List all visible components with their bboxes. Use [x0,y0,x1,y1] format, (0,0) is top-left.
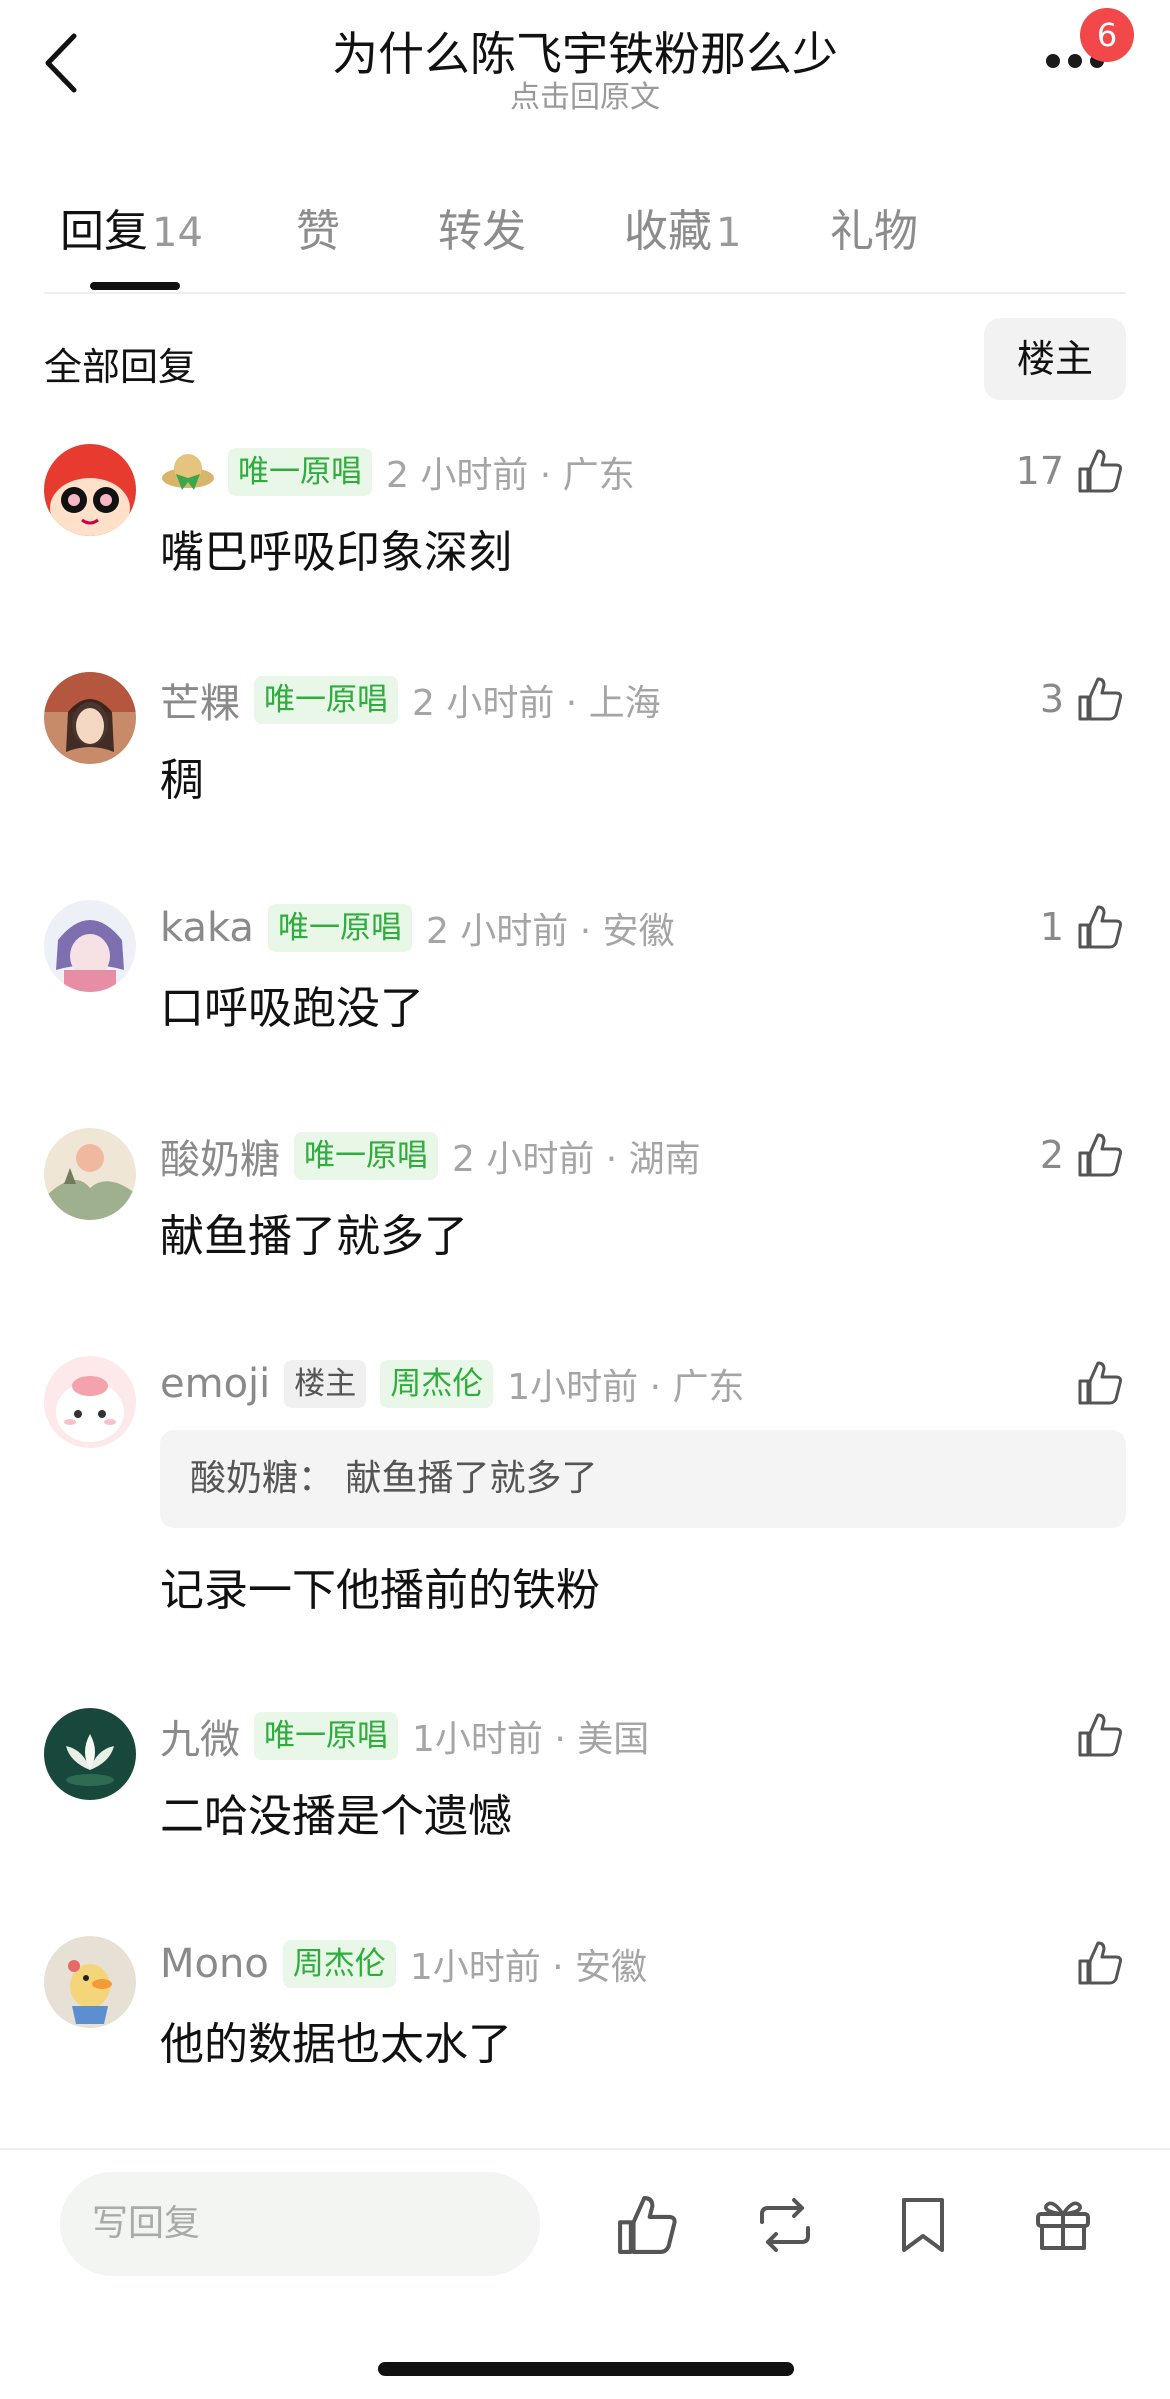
fan-badge: 唯一原唱 [228,448,372,496]
comment-meta: 芒粿 唯一原唱 2 小时前 · 上海 [160,671,661,729]
tab-reposts[interactable]: 转发 [438,195,526,259]
op-badge: 楼主 [284,1360,367,1408]
username[interactable]: 酸奶糖 [160,1127,280,1185]
timestamp: 1小时前 · 安徽 [409,1947,648,1988]
like-button[interactable] [1074,1706,1126,1764]
username[interactable]: 芒粿 [160,671,240,729]
like-button[interactable] [1074,1354,1126,1412]
like-count: 2 [1039,1133,1064,1177]
thumbs-up-icon [1078,449,1122,493]
tab-likes[interactable]: 赞 [296,195,340,259]
username[interactable]: kaka [160,905,254,951]
like-count: 3 [1039,677,1064,721]
quoted-reply[interactable]: 酸奶糖： 献鱼播了就多了 [160,1430,1126,1528]
comment-meta: emoji 楼主 周杰伦 1小时前 · 广东 [160,1358,745,1410]
avatar[interactable] [44,1936,136,2028]
comment-text: 嘴巴呼吸印象深刻 [160,527,512,578]
like-button[interactable]: 2 [1040,1126,1126,1184]
divider [0,2148,1170,2150]
like-button[interactable]: 3 [1040,670,1126,728]
thumbs-up-icon [1078,677,1122,721]
thumbs-up-icon [1078,1713,1122,1757]
like-button[interactable] [1074,1934,1126,1992]
op-filter-button[interactable]: 楼主 [984,318,1126,400]
tab-replies[interactable]: 回复 14 [60,195,203,259]
thumbs-up-icon [1078,1133,1122,1177]
username[interactable]: Mono [160,1941,269,1987]
like-button[interactable]: 1 [1040,898,1126,956]
bookmark-icon [902,2198,944,2252]
timestamp: 2 小时前 · 安徽 [425,911,675,952]
tab-label: 转发 [438,206,526,257]
timestamp: 1小时前 · 美国 [412,1719,650,1760]
thumbs-up-icon [1078,1941,1122,1985]
tab-label: 赞 [296,206,340,257]
fan-badge: 唯一原唱 [294,1132,438,1180]
bookmark-button[interactable] [888,2190,958,2260]
comment-text: 二哈没播是个遗憾 [160,1791,512,1842]
reply-input[interactable]: 写回复 [60,2172,540,2276]
comment-meta: 酸奶糖 唯一原唱 2 小时前 · 湖南 [160,1127,701,1185]
avatar[interactable] [44,1356,136,1448]
timestamp: 1小时前 · 广东 [507,1367,745,1408]
like-count: 17 [1015,449,1064,493]
gift-icon [1036,2201,1090,2250]
thumbs-up-icon [1078,905,1122,949]
comment-text: 他的数据也太水了 [160,2019,512,2070]
thumbs-up-icon [1078,1361,1122,1405]
hat-emoji-icon [160,444,216,500]
avatar[interactable] [44,444,136,536]
tab-label: 礼物 [830,206,918,257]
comment-text: 献鱼播了就多了 [160,1211,468,1262]
avatar[interactable] [44,672,136,764]
comment-meta: 九微 唯一原唱 1小时前 · 美国 [160,1707,650,1765]
username[interactable]: emoji [160,1361,270,1407]
tab-label: 回复 [60,206,148,257]
fan-badge: 唯一原唱 [267,904,412,952]
avatar[interactable] [44,1128,136,1220]
gift-button[interactable] [1028,2190,1098,2260]
like-post-button[interactable] [612,2190,682,2260]
active-tab-indicator [90,282,180,290]
back-to-original-link[interactable]: 点击回原文 [0,72,1170,116]
tab-count: 14 [152,210,203,256]
timestamp: 2 小时前 · 广东 [386,455,635,496]
avatar[interactable] [44,900,136,992]
like-button[interactable]: 17 [1016,442,1126,500]
tab-gifts[interactable]: 礼物 [830,195,918,259]
repost-button[interactable] [750,2190,820,2260]
comment-meta: 唯一原唱 2 小时前 · 广东 [160,446,635,498]
fan-badge: 周杰伦 [282,1940,396,1988]
comment-text: 稠 [160,755,204,806]
notification-badge: 6 [1080,8,1134,62]
timestamp: 2 小时前 · 湖南 [452,1139,701,1180]
comment-text: 记录一下他播前的铁粉 [160,1565,600,1616]
fan-badge: 周杰伦 [380,1360,494,1408]
comment-meta: Mono 周杰伦 1小时前 · 安徽 [160,1938,647,1990]
tab-count: 1 [716,210,742,256]
section-title: 全部回复 [44,345,197,389]
home-indicator [378,2362,794,2376]
fan-badge: 唯一原唱 [254,1712,398,1760]
divider [44,292,1126,294]
comment-meta: kaka 唯一原唱 2 小时前 · 安徽 [160,902,675,954]
like-count: 1 [1039,905,1064,949]
timestamp: 2 小时前 · 上海 [412,683,661,724]
avatar[interactable] [44,1708,136,1800]
tab-label: 收藏 [624,206,712,257]
like-icon [618,2196,677,2254]
tab-favorites[interactable]: 收藏 1 [624,195,741,259]
comment-text: 口呼吸跑没了 [160,983,424,1034]
username[interactable]: 九微 [160,1707,240,1765]
repost-icon [760,2198,810,2252]
fan-badge: 唯一原唱 [254,676,398,724]
